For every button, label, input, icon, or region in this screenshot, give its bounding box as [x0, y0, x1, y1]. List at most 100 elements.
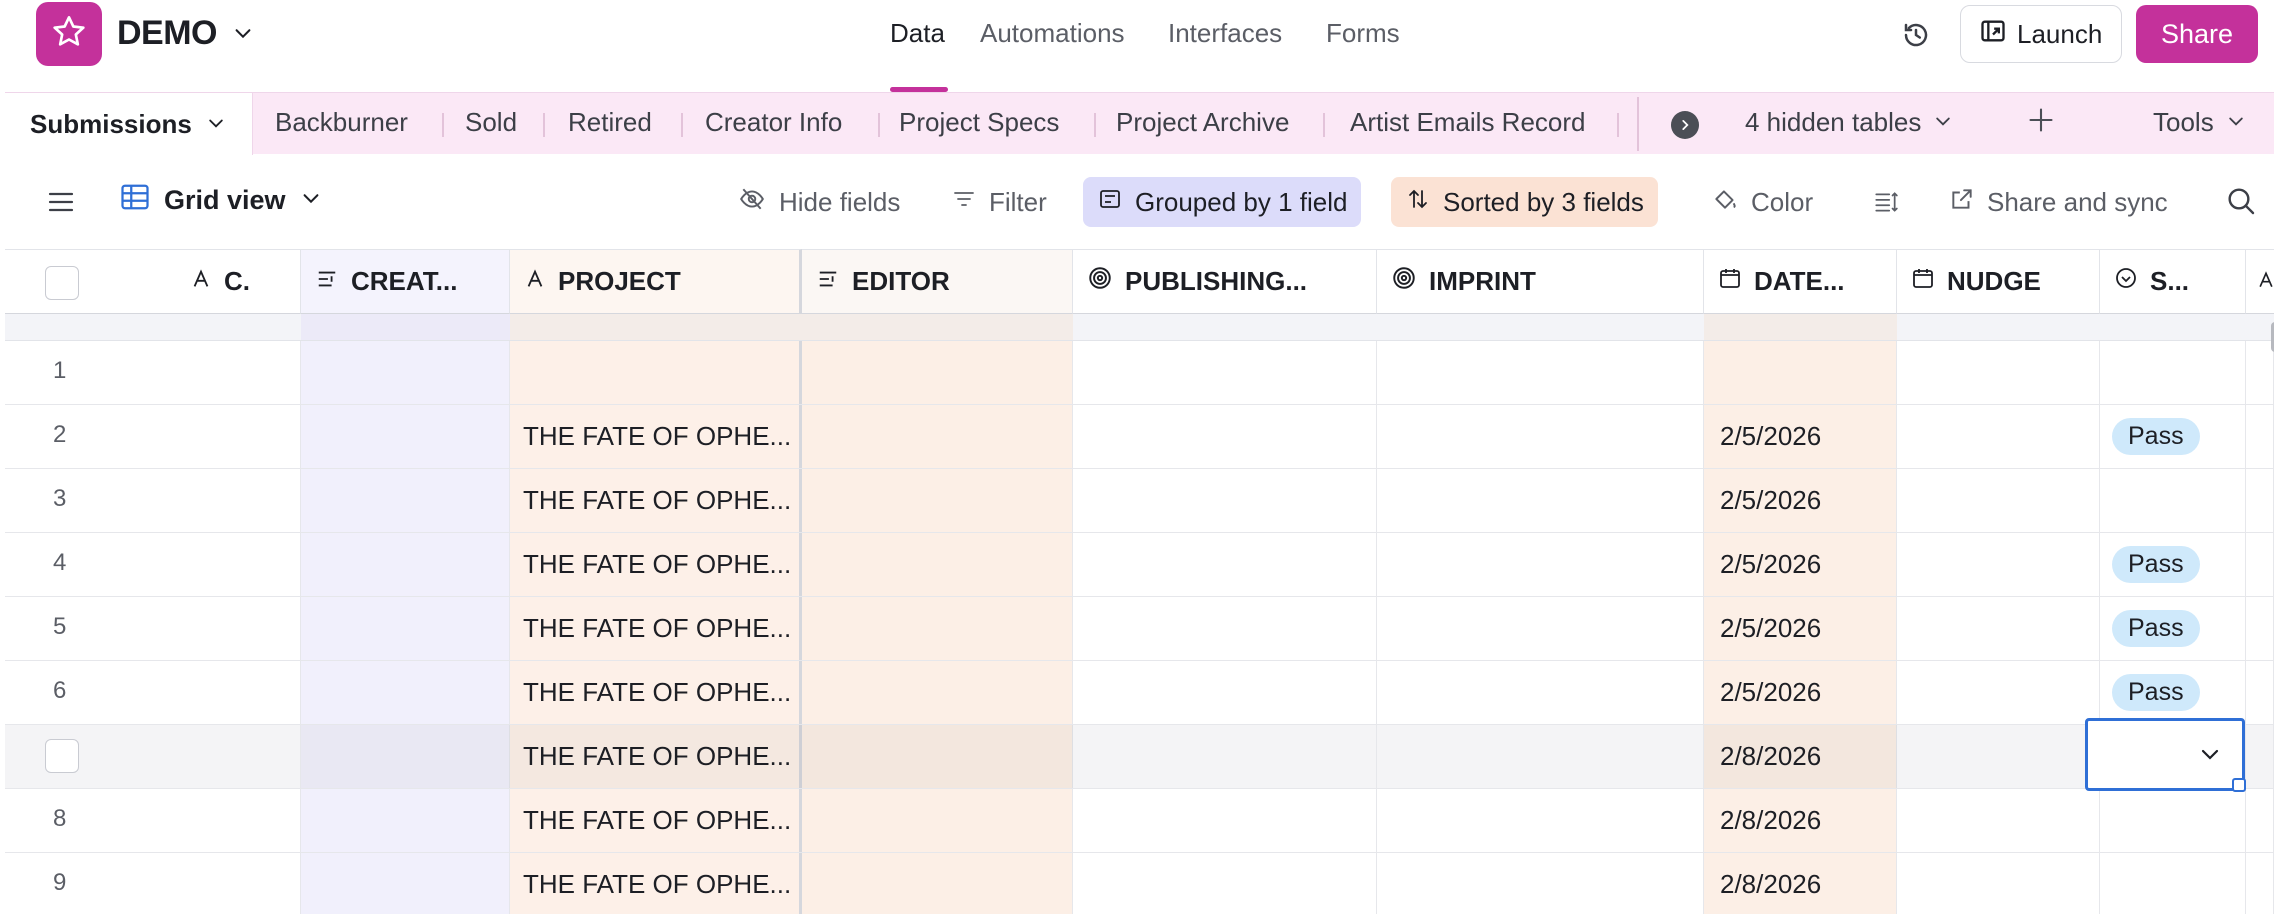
cell-status[interactable] — [2100, 853, 2246, 914]
table-row[interactable]: THE FATE OF OPHE... 2/8/2026 — [5, 725, 2274, 789]
column-header-next[interactable] — [2246, 249, 2274, 314]
table-row[interactable]: 2 THE FATE OF OPHE... 2/5/2026 Pass — [5, 405, 2274, 469]
grid-cell[interactable] — [1897, 405, 2100, 468]
grid-cell[interactable] — [1377, 597, 1704, 660]
grid-cell[interactable] — [1377, 533, 1704, 596]
cell-date[interactable] — [1704, 341, 1897, 404]
grid-cell[interactable] — [1073, 725, 1377, 788]
cell-project[interactable]: THE FATE OF OPHE... — [510, 533, 802, 596]
grid-cell[interactable] — [301, 597, 510, 660]
tab-interfaces[interactable]: Interfaces — [1168, 18, 1282, 49]
hide-fields-button[interactable]: Hide fields — [723, 177, 914, 227]
cell-date[interactable]: 2/5/2026 — [1704, 405, 1897, 468]
column-header-date[interactable]: DATE... — [1704, 249, 1897, 314]
add-table-icon[interactable] — [2027, 101, 2055, 144]
grid-cell[interactable] — [1377, 661, 1704, 724]
group-header-row[interactable] — [5, 314, 2274, 341]
grid-cell[interactable] — [1073, 789, 1377, 852]
app-name[interactable]: DEMO — [117, 14, 218, 53]
grid-cell[interactable] — [802, 725, 1073, 788]
cell-status[interactable]: Pass — [2100, 533, 2246, 596]
fill-handle[interactable] — [2232, 778, 2246, 792]
grid-cell[interactable] — [301, 341, 510, 404]
grid-cell[interactable] — [301, 789, 510, 852]
row-number-cell[interactable]: 3 — [5, 469, 176, 532]
tools-dropdown[interactable]: Tools — [2153, 107, 2246, 138]
cell-c[interactable] — [176, 469, 301, 532]
cell-status[interactable]: Pass — [2100, 405, 2246, 468]
cell-date[interactable]: 2/5/2026 — [1704, 597, 1897, 660]
grid-cell[interactable] — [1073, 853, 1377, 914]
grid-cell[interactable] — [2246, 405, 2274, 468]
cell-c[interactable] — [176, 853, 301, 914]
row-checkbox[interactable] — [45, 739, 79, 773]
grid-cell[interactable] — [2246, 661, 2274, 724]
grid-cell[interactable] — [301, 853, 510, 914]
column-header-imprint[interactable]: IMPRINT — [1377, 249, 1704, 314]
row-number-cell[interactable]: 6 — [5, 661, 176, 724]
table-row[interactable]: 8 THE FATE OF OPHE... 2/8/2026 — [5, 789, 2274, 853]
hidden-tables-dropdown[interactable]: 4 hidden tables — [1745, 107, 1953, 138]
cell-date[interactable]: 2/8/2026 — [1704, 853, 1897, 914]
cell-project[interactable]: THE FATE OF OPHE... — [510, 469, 802, 532]
cell-status[interactable]: Pass — [2100, 661, 2246, 724]
row-height-icon[interactable] — [1857, 177, 1915, 227]
cell-date[interactable]: 2/5/2026 — [1704, 469, 1897, 532]
column-header-publishing[interactable]: PUBLISHING... — [1073, 249, 1377, 314]
row-number-cell[interactable]: 1 — [5, 341, 176, 404]
row-number-cell[interactable]: 2 — [5, 405, 176, 468]
grid-cell[interactable] — [1897, 597, 2100, 660]
grid-cell[interactable] — [802, 853, 1073, 914]
grid-cell[interactable] — [1377, 469, 1704, 532]
chevron-down-icon[interactable] — [232, 22, 254, 49]
cell-c[interactable] — [176, 405, 301, 468]
grid-cell[interactable] — [1073, 469, 1377, 532]
share-button[interactable]: Share — [2136, 5, 2258, 63]
grid-cell[interactable] — [301, 533, 510, 596]
cell-status[interactable]: Pass — [2100, 597, 2246, 660]
cell-status[interactable] — [2100, 789, 2246, 852]
group-button[interactable]: Grouped by 1 field — [1083, 177, 1362, 227]
table-tab-project-archive[interactable]: Project Archive — [1116, 107, 1289, 138]
column-header-nudge[interactable]: NUDGE — [1897, 249, 2100, 314]
grid-cell[interactable] — [1377, 725, 1704, 788]
chevron-right-icon[interactable] — [1671, 111, 1699, 139]
filter-button[interactable]: Filter — [937, 177, 1061, 227]
table-tab-submissions[interactable]: Submissions — [5, 93, 253, 156]
history-icon[interactable] — [1896, 15, 1936, 55]
grid-cell[interactable] — [1897, 469, 2100, 532]
column-header-project[interactable]: PROJECT — [510, 249, 802, 314]
tab-forms[interactable]: Forms — [1326, 18, 1400, 49]
table-tab-sold[interactable]: Sold — [465, 107, 517, 138]
table-row[interactable]: 1 — [5, 341, 2274, 405]
grid-cell[interactable] — [1073, 341, 1377, 404]
grid-cell[interactable] — [1897, 533, 2100, 596]
grid-cell[interactable] — [301, 405, 510, 468]
cell-c[interactable] — [176, 789, 301, 852]
table-tab-project-specs[interactable]: Project Specs — [899, 107, 1059, 138]
table-row[interactable]: 9 THE FATE OF OPHE... 2/8/2026 — [5, 853, 2274, 914]
grid-cell[interactable] — [1377, 853, 1704, 914]
grid-cell[interactable] — [1897, 661, 2100, 724]
grid-cell[interactable] — [802, 469, 1073, 532]
grid-cell[interactable] — [1073, 597, 1377, 660]
grid-cell[interactable] — [1073, 661, 1377, 724]
cell-c[interactable] — [176, 661, 301, 724]
grid-cell[interactable] — [1377, 789, 1704, 852]
table-row[interactable]: 5 THE FATE OF OPHE... 2/5/2026 Pass — [5, 597, 2274, 661]
row-number-cell[interactable]: 8 — [5, 789, 176, 852]
table-tab-backburner[interactable]: Backburner — [275, 107, 408, 138]
grid-cell[interactable] — [2246, 789, 2274, 852]
cell-c[interactable] — [176, 341, 301, 404]
grid-cell[interactable] — [802, 597, 1073, 660]
column-header-creat[interactable]: CREAT... — [301, 249, 510, 314]
grid-cell[interactable] — [1377, 405, 1704, 468]
cell-c[interactable] — [176, 725, 301, 788]
cell-status[interactable] — [2100, 469, 2246, 532]
grid-cell[interactable] — [1073, 405, 1377, 468]
column-header-status[interactable]: S... — [2100, 249, 2246, 314]
grid-cell[interactable] — [2246, 469, 2274, 532]
grid-cell[interactable] — [2246, 597, 2274, 660]
cell-project[interactable] — [510, 341, 802, 404]
table-row[interactable]: 4 THE FATE OF OPHE... 2/5/2026 Pass — [5, 533, 2274, 597]
